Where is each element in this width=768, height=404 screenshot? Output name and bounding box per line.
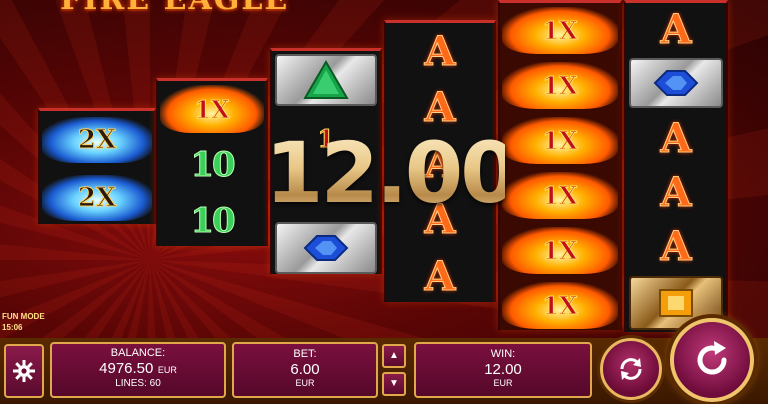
symbol-label: A bbox=[424, 27, 456, 75]
sapphire-icon bbox=[653, 70, 699, 96]
symbol-sapphire bbox=[626, 55, 726, 111]
win-currency: EUR bbox=[493, 378, 513, 388]
bet-currency: EUR bbox=[295, 378, 315, 388]
symbol-label: A bbox=[424, 252, 456, 300]
symbol-ten: 10 bbox=[158, 193, 266, 246]
spin-button[interactable] bbox=[670, 318, 754, 402]
win-value: 12.00 bbox=[484, 361, 522, 378]
symbol-label: A bbox=[660, 5, 692, 53]
game-logo: FIRE EAGLE bbox=[60, 0, 310, 14]
multiplier-label: 1X bbox=[542, 236, 578, 266]
symbol-fire-eagle: 1X bbox=[500, 168, 620, 223]
multiplier-label: 2X bbox=[77, 125, 117, 156]
win-amount-overlay: 12.00 bbox=[265, 118, 519, 228]
symbol-fire-eagle: 1X bbox=[500, 278, 620, 330]
win-panel: WIN: 12.00 EUR bbox=[414, 342, 592, 398]
balance-value: 4976.50 bbox=[99, 360, 154, 377]
reel-2: 1X 10 10 bbox=[156, 78, 268, 246]
emerald-icon bbox=[303, 60, 349, 99]
autoplay-arrows-icon bbox=[620, 358, 642, 380]
bet-panel: BET: 6.00 EUR bbox=[232, 342, 378, 398]
multiplier-label: 2X bbox=[77, 183, 117, 214]
symbol-label: 10 bbox=[190, 145, 236, 186]
reel-6: A A A A bbox=[624, 0, 728, 332]
symbol-ace: A bbox=[386, 23, 494, 79]
symbol-fire-eagle: 1X bbox=[500, 58, 620, 113]
multiplier-label: 1X bbox=[542, 291, 578, 321]
symbol-ace: A bbox=[626, 111, 726, 165]
symbol-blue-eagle: 2X bbox=[40, 111, 154, 169]
settings-button[interactable] bbox=[4, 344, 44, 398]
symbol-label: A bbox=[660, 114, 692, 162]
multiplier-label: 1X bbox=[542, 181, 578, 211]
triangle-up-icon: ▲ bbox=[389, 350, 399, 361]
symbol-ace: A bbox=[626, 3, 726, 55]
clock: 15:06 bbox=[2, 323, 23, 332]
autoplay-button[interactable] bbox=[600, 338, 662, 400]
symbol-fire-eagle: 1X bbox=[500, 3, 620, 58]
triangle-down-icon: ▼ bbox=[389, 378, 399, 389]
bet-increase-button[interactable]: ▲ bbox=[382, 344, 406, 368]
symbol-label: 10 bbox=[190, 201, 236, 242]
symbol-fire-eagle: 1X bbox=[500, 113, 620, 168]
symbol-ace: A bbox=[386, 247, 494, 302]
fun-mode-label: FUN MODE bbox=[2, 312, 45, 321]
spin-arrow-icon bbox=[697, 341, 727, 375]
balance-currency: EUR bbox=[157, 365, 177, 375]
symbol-blue-eagle: 2X bbox=[40, 169, 154, 224]
reel-1: 2X 2X bbox=[38, 108, 156, 224]
symbol-label: A bbox=[660, 222, 692, 270]
symbol-label: A bbox=[660, 168, 692, 216]
reel-5: 1X 1X 1X 1X 1X 1X bbox=[498, 0, 622, 330]
multiplier-label: 1X bbox=[542, 16, 578, 46]
symbol-ace: A bbox=[626, 219, 726, 273]
balance-label: BALANCE: bbox=[110, 347, 166, 359]
multiplier-label: 1X bbox=[542, 126, 578, 156]
bet-value: 6.00 bbox=[290, 361, 320, 378]
symbol-ace: A bbox=[626, 165, 726, 219]
symbol-fire-eagle: 1X bbox=[158, 81, 266, 137]
bet-label: BET: bbox=[293, 348, 317, 360]
symbol-ten: 10 bbox=[158, 137, 266, 193]
topaz-icon bbox=[659, 289, 693, 317]
sapphire-icon bbox=[303, 235, 349, 261]
lines-label: LINES: 60 bbox=[115, 378, 161, 389]
multiplier-label: 1X bbox=[194, 94, 230, 124]
bet-decrease-button[interactable]: ▼ bbox=[382, 372, 406, 396]
win-label: WIN: bbox=[490, 348, 516, 360]
gear-icon bbox=[13, 360, 35, 382]
symbol-emerald bbox=[272, 51, 380, 109]
multiplier-label: 1X bbox=[542, 71, 578, 101]
symbol-fire-eagle: 1X bbox=[500, 223, 620, 278]
balance-panel: BALANCE: 4976.50 EUR LINES: 60 bbox=[50, 342, 226, 398]
